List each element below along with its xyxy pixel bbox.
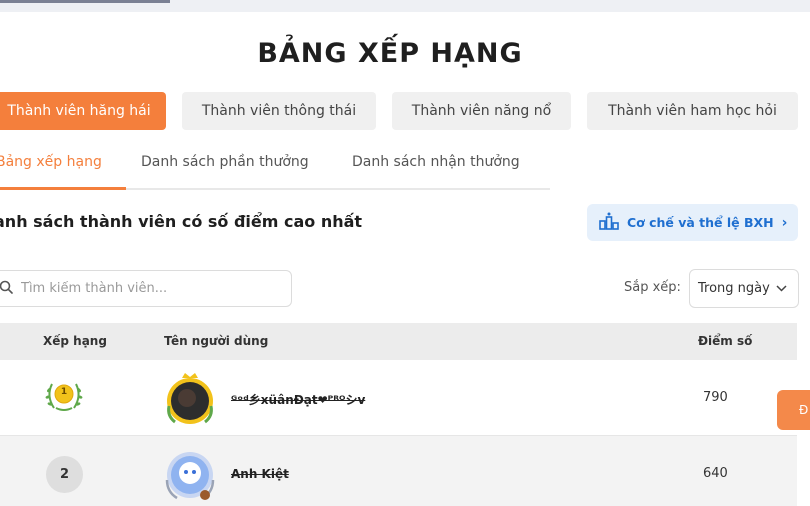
username[interactable]: Anh Kiệt [231, 467, 289, 481]
rules-button[interactable]: Cơ chế và thể lệ BXH › [587, 204, 798, 241]
search-input[interactable] [21, 281, 261, 296]
sort-select[interactable]: Trong ngày [689, 269, 799, 308]
header-user: Tên người dùng [164, 334, 269, 348]
sort-label: Sắp xếp: [624, 280, 681, 295]
category-tab-active[interactable]: Thành viên năng nổ [392, 92, 571, 130]
table-header: Xếp hạng Tên người dùng Điểm số [0, 323, 797, 360]
avatar[interactable] [163, 448, 217, 502]
sort-selected-value: Trong ngày [698, 281, 770, 296]
rank-number: 1 [60, 387, 68, 397]
score: 640 [703, 466, 728, 481]
page-title: BẢNG XẾP HẠNG [257, 38, 523, 69]
tab-recipient-list[interactable]: Danh sách nhận thưởng [352, 154, 520, 188]
category-tab-enthusiastic[interactable]: Thành viên hăng hái [0, 92, 166, 130]
header-score: Điểm số [698, 334, 753, 348]
score: 790 [703, 390, 728, 405]
tab-reward-list[interactable]: Danh sách phần thưởng [141, 154, 309, 188]
laurel-medal-icon: 1 [44, 378, 84, 414]
search-box[interactable] [0, 270, 292, 307]
top-nav-strip [0, 0, 810, 12]
category-tab-wise[interactable]: Thành viên thông thái [182, 92, 376, 130]
search-icon [0, 279, 13, 298]
podium-icon [599, 212, 619, 233]
category-tab-eager-learner[interactable]: Thành viên ham học hỏi [587, 92, 798, 130]
header-rank: Xếp hạng [43, 334, 107, 348]
floating-action-button[interactable]: Đ [777, 390, 810, 430]
chevron-down-icon [776, 281, 787, 296]
tab-active-indicator [0, 187, 126, 190]
chevron-right-icon: › [781, 214, 788, 231]
table-row[interactable]: 2 Anh Kiệt 640 [0, 435, 797, 506]
top-nav-active-indicator [0, 0, 170, 3]
floating-action-label: Đ [799, 403, 809, 417]
avatar[interactable] [163, 372, 217, 426]
table-row[interactable]: 1 ᴳᵒᵈ乡xüânĐạt❤ᴾᴿᴼシv 790 [0, 360, 797, 435]
rules-button-label: Cơ chế và thể lệ BXH [627, 215, 774, 230]
rank-badge: 2 [46, 456, 83, 493]
section-title: anh sách thành viên có số điểm cao nhất [0, 212, 363, 231]
tab-leaderboard[interactable]: Bảng xếp hạng [0, 154, 102, 188]
username[interactable]: ᴳᵒᵈ乡xüânĐạt❤ᴾᴿᴼシv [231, 391, 365, 408]
